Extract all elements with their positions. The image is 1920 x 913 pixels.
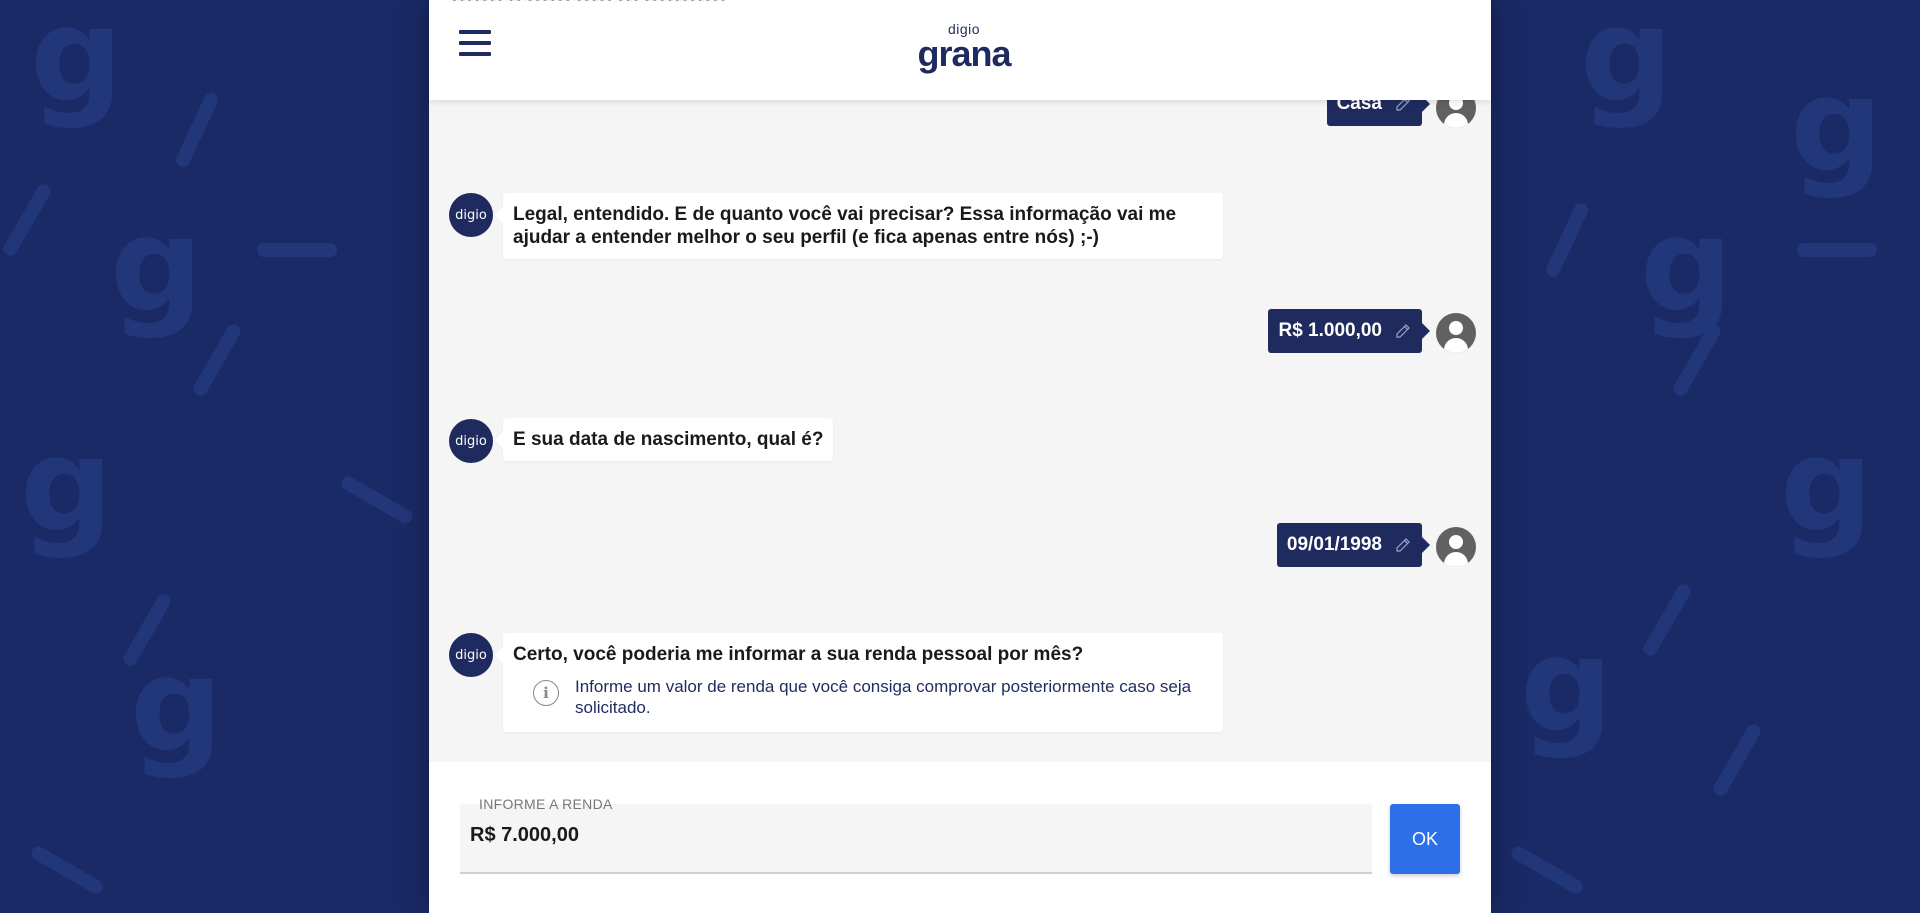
info-hint: i Informe um valor de renda que você con…: [513, 676, 1213, 718]
income-field[interactable]: INFORME A RENDA: [460, 796, 1372, 874]
menu-line: [459, 41, 491, 45]
menu-line: [459, 30, 491, 34]
brand-logo: digio grana: [914, 22, 1014, 72]
pencil-edit-icon[interactable]: [1394, 322, 1412, 340]
background-bar: [257, 243, 337, 257]
bot-avatar: digio: [449, 193, 493, 237]
user-avatar-icon: [1436, 527, 1476, 567]
background-g-glyph: g: [1790, 49, 1884, 201]
top-bar: ~~~~~~~ ~~ ~~~~~~ ~~~~~ ~~~ ~~~~~~~~~~~ …: [429, 0, 1491, 100]
background-g-glyph: g: [1780, 409, 1874, 561]
background-g-glyph: g: [20, 409, 114, 561]
logo-big-text: grana: [917, 33, 1011, 74]
bot-message-bubble: E sua data de nascimento, qual é?: [494, 418, 834, 461]
bot-message-text: Legal, entendido. E de quanto você vai p…: [513, 204, 1177, 248]
pencil-edit-icon[interactable]: [1394, 100, 1412, 113]
background-bar: [1710, 721, 1764, 799]
background-bar: [1543, 200, 1591, 280]
background-g-glyph: g: [30, 0, 124, 131]
user-message-bubble: 09/01/1998: [1276, 523, 1431, 567]
background-bar: [1640, 581, 1694, 659]
user-avatar-icon: [1436, 100, 1476, 128]
user-message-text: R$ 1.000,00: [1278, 320, 1382, 341]
bot-message-text: E sua data de nascimento, qual é?: [513, 429, 824, 450]
background-g-glyph: g: [1520, 609, 1614, 761]
clipped-previous-text: ~~~~~~~ ~~ ~~~~~~ ~~~~~ ~~~ ~~~~~~~~~~~: [449, 0, 725, 7]
chat-history[interactable]: Casa digio Legal, entendido. E de quanto…: [429, 100, 1491, 762]
chat-app-panel: ~~~~~~~ ~~ ~~~~~~ ~~~~~ ~~~ ~~~~~~~~~~~ …: [429, 0, 1491, 913]
bot-message-text: Certo, você poderia me informar a sua re…: [513, 644, 1084, 665]
menu-line: [459, 52, 491, 56]
income-input[interactable]: [470, 824, 1350, 847]
ok-submit-button[interactable]: OK: [1390, 804, 1460, 874]
background-bar: [173, 90, 221, 170]
background-bar: [0, 181, 54, 259]
background-bar: [338, 473, 416, 527]
bot-avatar: digio: [449, 633, 493, 677]
pencil-edit-icon[interactable]: [1394, 536, 1412, 554]
background-g-glyph: g: [1640, 189, 1734, 341]
user-message-text: Casa: [1336, 100, 1382, 114]
info-hint-text: Informe um valor de renda que você consi…: [575, 677, 1192, 717]
background-g-glyph: g: [130, 629, 224, 781]
user-message-text: 09/01/1998: [1286, 534, 1382, 555]
background-bar: [1508, 843, 1586, 897]
background-g-glyph: g: [1580, 0, 1674, 131]
income-field-label: INFORME A RENDA: [479, 796, 613, 812]
bot-message-bubble: Certo, você poderia me informar a sua re…: [495, 633, 1223, 732]
info-icon: i: [533, 680, 559, 706]
user-message-bubble: R$ 1.000,00: [1268, 309, 1430, 353]
background-bar: [1797, 243, 1877, 257]
input-bar: INFORME A RENDA OK: [429, 762, 1491, 913]
user-avatar-icon: [1436, 313, 1476, 353]
user-message-bubble: Casa: [1326, 100, 1431, 126]
hamburger-menu-button[interactable]: [459, 30, 491, 56]
bot-message-bubble: Legal, entendido. E de quanto você vai p…: [495, 193, 1223, 259]
bot-avatar: digio: [449, 419, 493, 463]
background-g-glyph: g: [110, 189, 204, 341]
background-bar: [28, 843, 106, 897]
